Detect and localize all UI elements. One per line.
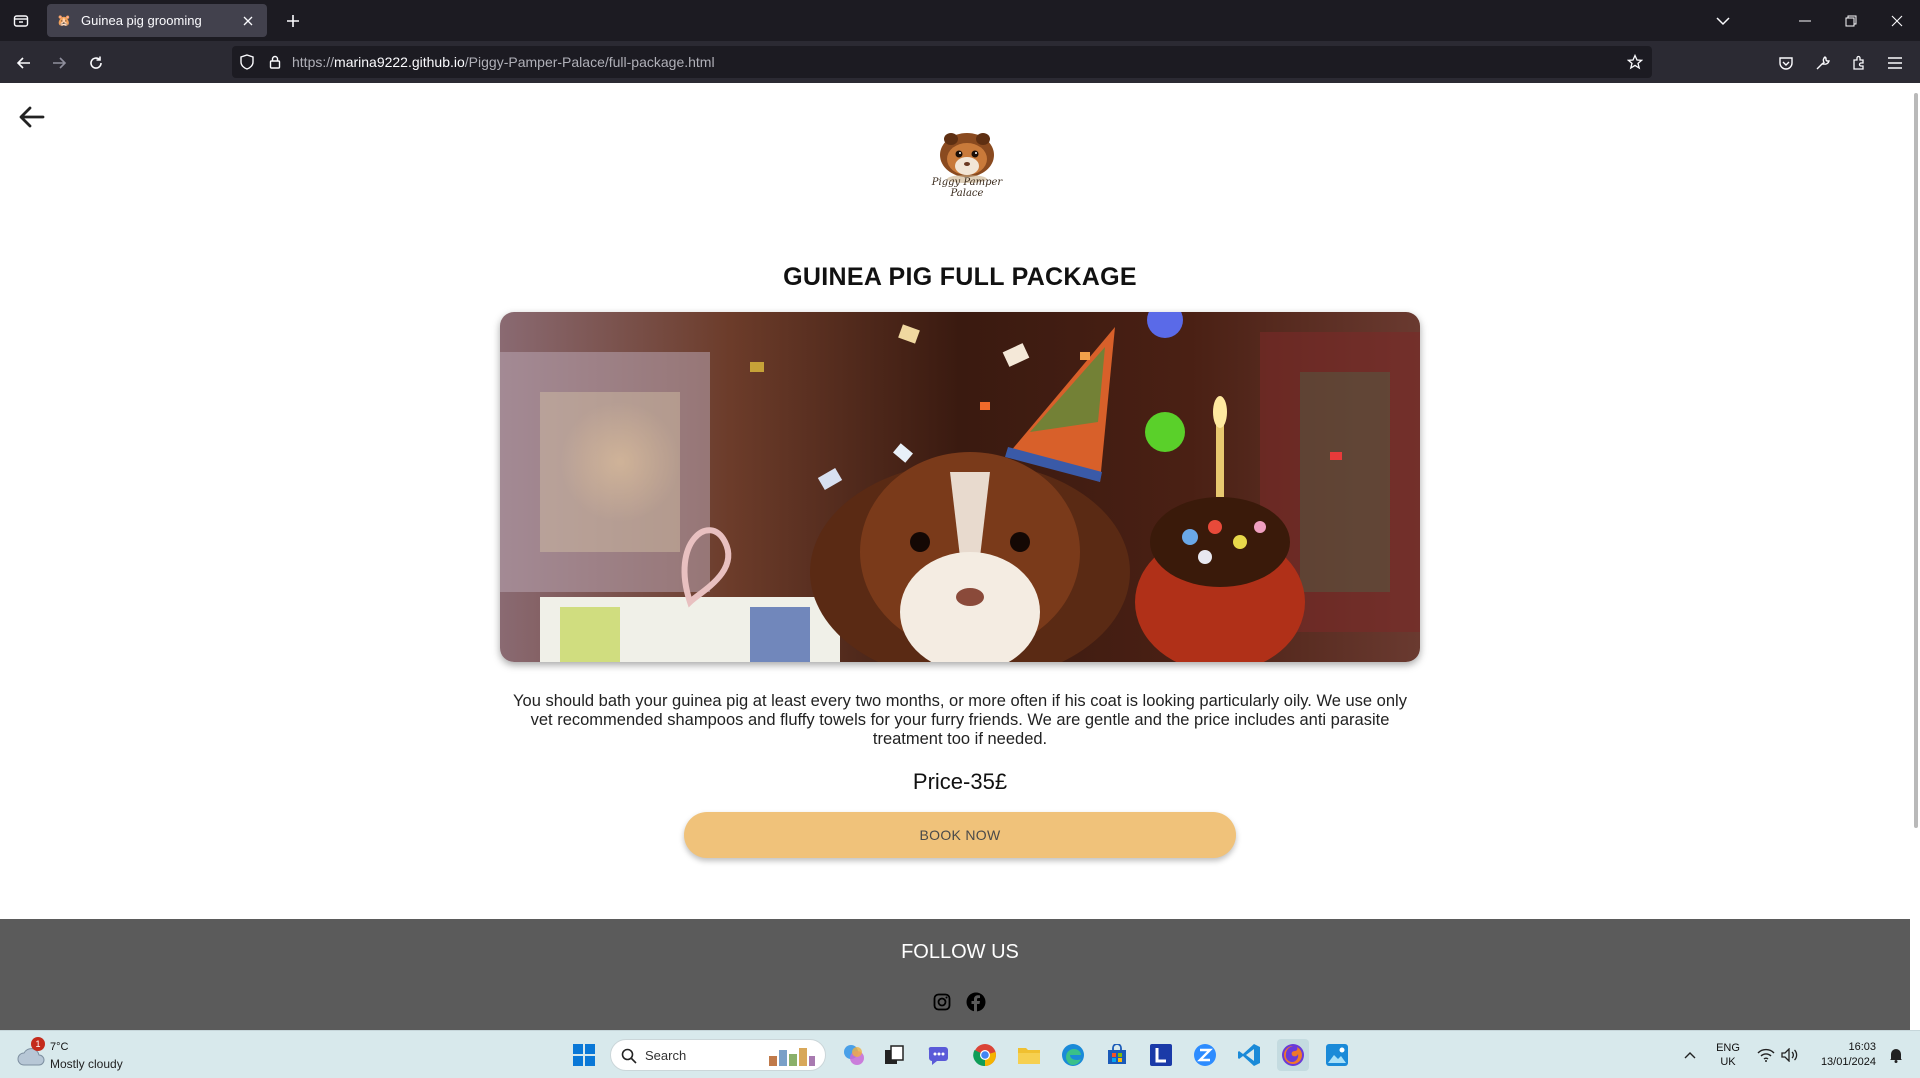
photos-icon[interactable]	[1321, 1039, 1353, 1071]
logo-text: Piggy Pamper Palace	[929, 177, 1005, 199]
windows-taskbar: 1 7°C Mostly cloudy Search ENG UK 16:03 …	[0, 1030, 1920, 1078]
page-scrollbar[interactable]	[1914, 93, 1918, 828]
favicon-icon: 🐹	[57, 15, 71, 27]
logo-text-line2: Palace	[950, 188, 984, 199]
hero-image	[500, 312, 1420, 662]
teams-meet-icon[interactable]	[924, 1039, 956, 1071]
clock-time: 16:03	[1848, 1041, 1876, 1053]
package-description: You should bath your guinea pig at least…	[513, 692, 1407, 748]
taskbar-clock[interactable]: 16:03 13/01/2024	[1806, 1040, 1876, 1070]
firefox-icon[interactable]	[1277, 1039, 1309, 1071]
url-bar[interactable]: https://marina9222.github.io/Piggy-Pampe…	[232, 46, 1652, 78]
follow-us-heading: FOLLOW US	[901, 941, 1019, 963]
weather-badge: 1	[31, 1037, 45, 1051]
lang-line1: ENG	[1716, 1042, 1740, 1054]
weather-desc: Mostly cloudy	[50, 1057, 123, 1071]
browser-nav-bar: https://marina9222.github.io/Piggy-Pampe…	[0, 41, 1920, 83]
tab-title: Guinea pig grooming	[81, 13, 202, 28]
new-tab-icon[interactable]	[280, 8, 306, 34]
wrench-icon[interactable]	[1808, 48, 1838, 78]
tray-chevron-up-icon[interactable]	[1674, 1039, 1706, 1071]
copilot-icon[interactable]	[838, 1039, 870, 1071]
forward-icon[interactable]	[44, 48, 74, 78]
package-price: Price-35£	[912, 769, 1008, 794]
browser-tab-bar: 🐹 Guinea pig grooming	[0, 0, 1920, 41]
notification-bell-icon[interactable]	[1880, 1039, 1912, 1071]
tab-list-icon[interactable]	[8, 8, 34, 34]
reload-icon[interactable]	[81, 48, 111, 78]
taskbar-search[interactable]: Search	[610, 1039, 826, 1071]
lang-line2: UK	[1720, 1056, 1736, 1068]
back-arrow-icon[interactable]	[18, 103, 46, 131]
language-indicator[interactable]: ENG UK	[1712, 1041, 1744, 1069]
guinea-pig-logo-icon	[940, 133, 994, 183]
l-app-icon[interactable]	[1145, 1039, 1177, 1071]
browser-tab[interactable]: 🐹 Guinea pig grooming	[47, 4, 267, 37]
site-logo[interactable]: Piggy Pamper Palace	[929, 119, 1005, 211]
back-icon[interactable]	[9, 48, 39, 78]
microsoft-store-icon[interactable]	[1101, 1039, 1133, 1071]
url-text: https://marina9222.github.io/Piggy-Pampe…	[292, 54, 715, 70]
close-window-icon[interactable]	[1874, 0, 1920, 41]
windows-start-icon[interactable]	[568, 1039, 600, 1071]
tab-overflow-chevron-icon[interactable]	[1700, 0, 1746, 41]
guinea-pig-party-photo	[500, 312, 1420, 662]
page-title: GUINEA PIG FULL PACKAGE	[783, 263, 1137, 291]
extensions-icon[interactable]	[1844, 48, 1874, 78]
bookmark-star-icon[interactable]	[1626, 53, 1644, 71]
book-now-button[interactable]: BOOK NOW	[684, 812, 1236, 858]
volume-icon[interactable]	[1774, 1039, 1806, 1071]
site-footer: FOLLOW US	[0, 919, 1910, 1030]
edge-icon[interactable]	[1057, 1039, 1089, 1071]
url-host: marina9222.github.io	[334, 54, 465, 70]
url-prefix: https://	[292, 54, 335, 70]
pocket-icon[interactable]	[1771, 48, 1801, 78]
menu-hamburger-icon[interactable]	[1880, 48, 1910, 78]
zoom-icon[interactable]	[1189, 1039, 1221, 1071]
search-placeholder: Search	[645, 1048, 687, 1063]
instagram-icon[interactable]	[931, 991, 953, 1013]
clock-date: 13/01/2024	[1820, 1056, 1876, 1068]
tracking-shield-icon[interactable]	[238, 53, 256, 71]
facebook-icon[interactable]	[965, 991, 987, 1013]
lock-icon[interactable]	[266, 53, 284, 71]
file-explorer-icon[interactable]	[1013, 1039, 1045, 1071]
restore-icon[interactable]	[1828, 0, 1874, 41]
minimize-icon[interactable]	[1782, 0, 1828, 41]
weather-widget[interactable]: 1 7°C Mostly cloudy	[14, 1037, 144, 1073]
weather-temp: 7°C	[50, 1041, 69, 1053]
close-tab-icon[interactable]	[239, 12, 257, 30]
search-highlight-icon	[769, 1048, 815, 1066]
page-content: Piggy Pamper Palace GUINEA PIG FULL PACK…	[0, 83, 1910, 1030]
task-view-icon[interactable]	[878, 1039, 910, 1071]
chrome-icon[interactable]	[969, 1039, 1001, 1071]
url-path: /Piggy-Pamper-Palace/full-package.html	[464, 54, 715, 70]
vscode-icon[interactable]	[1233, 1039, 1265, 1071]
search-icon	[621, 1048, 637, 1064]
logo-text-line1: Piggy Pamper	[931, 177, 1003, 188]
